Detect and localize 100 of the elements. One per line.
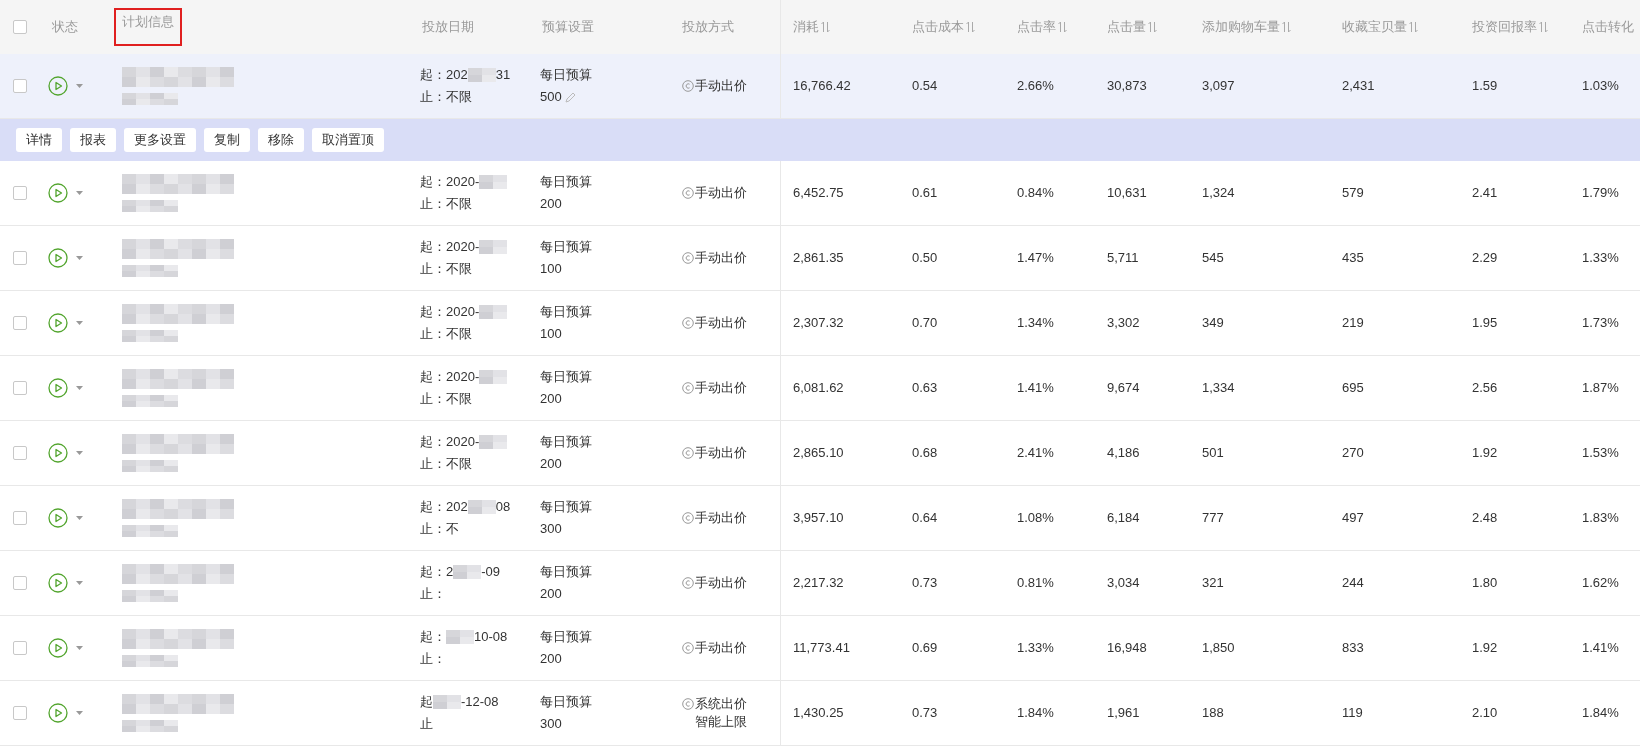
caret-icon[interactable] xyxy=(76,256,83,260)
table-cell-text: 0.64 xyxy=(912,509,938,528)
budget-value: 100 xyxy=(540,325,562,343)
start-date: 起：202 xyxy=(420,66,468,84)
sort-icon[interactable] xyxy=(1409,21,1418,33)
table-cell-text: 5,711 xyxy=(1107,249,1139,268)
table-cell-text: 497 xyxy=(1342,509,1364,528)
sort-icon[interactable] xyxy=(1058,21,1067,33)
action-button[interactable]: 详情 xyxy=(16,128,62,152)
blurred-text xyxy=(122,395,178,407)
start-date: 起：2020- xyxy=(420,303,480,321)
table-cell-text: 0.84% xyxy=(1017,184,1054,203)
table-cell-text: 1.87% xyxy=(1582,379,1619,398)
checkbox[interactable] xyxy=(13,706,27,720)
table-row[interactable]: 起：2020- 止：不限 每日预算 200 手动出价 6,452.75 0.61 0.84% 10,631 1,324 579 2.41 1.79% xyxy=(0,161,1640,226)
table-cell-text: 1,430.25 xyxy=(793,704,844,723)
checkbox[interactable] xyxy=(13,186,27,200)
checkbox[interactable] xyxy=(13,511,27,525)
checkbox[interactable] xyxy=(13,316,27,330)
table-cell-text: 244 xyxy=(1342,574,1364,593)
table-cell-text: 6,184 xyxy=(1107,509,1140,528)
table-cell-text: 2,431 xyxy=(1342,77,1375,96)
caret-icon[interactable] xyxy=(76,451,83,455)
circled-c-icon xyxy=(682,642,694,654)
caret-icon[interactable] xyxy=(76,321,83,325)
play-icon[interactable] xyxy=(48,313,68,333)
action-button[interactable]: 报表 xyxy=(70,128,116,152)
checkbox[interactable] xyxy=(13,381,27,395)
table-cell-text: 1.41% xyxy=(1582,639,1619,658)
table-cell-text: 1,961 xyxy=(1107,704,1140,723)
table-cell-text: 1,334 xyxy=(1202,379,1235,398)
caret-icon[interactable] xyxy=(76,191,83,195)
end-date: 止：不限 xyxy=(420,390,473,408)
checkbox[interactable] xyxy=(13,251,27,265)
play-icon[interactable] xyxy=(48,638,68,658)
blurred-text xyxy=(446,630,474,644)
play-icon[interactable] xyxy=(48,378,68,398)
table-cell-text: 1.03% xyxy=(1582,77,1619,96)
table-row[interactable]: 起： 10-08 止： 每日预算 200 手动出价 11,773.41 0.69 1.33% 16,948 1,850 833 1.92 1.41% xyxy=(0,616,1640,681)
table-cell-text: 0.69 xyxy=(912,639,938,658)
table-row[interactable]: 起：2020- 止：不限 每日预算 100 手动出价 2,861.35 0.50 1.47% 5,711 545 435 2.29 1.33% xyxy=(0,226,1640,291)
play-icon[interactable] xyxy=(48,443,68,463)
blurred-text xyxy=(479,435,508,449)
table-row[interactable]: 起：202 08 止：不 每日预算 300 手动出价 3,957.10 0.64 1.08% 6,184 777 497 2.48 1.83% xyxy=(0,486,1640,551)
caret-icon[interactable] xyxy=(76,386,83,390)
caret-icon[interactable] xyxy=(76,84,83,88)
table-row[interactable]: 起 -12-08 止 每日预算 300 系统出价 智能上限 1,430.25 0.73 1.84% 1,961 188 119 2.10 1.84% xyxy=(0,681,1640,746)
table-cell-text: 16,766.42 xyxy=(793,77,851,96)
start-date: 起：202 xyxy=(420,498,468,516)
circled-c-icon xyxy=(682,80,694,92)
bid-method: 系统出价 xyxy=(695,695,747,713)
budget-label: 每日预算 xyxy=(540,368,593,386)
end-date: 止 xyxy=(420,715,434,733)
end-date: 止：不限 xyxy=(420,455,473,473)
checkbox[interactable] xyxy=(13,576,27,590)
play-icon[interactable] xyxy=(48,76,68,96)
table-cell-text: 30,873 xyxy=(1107,77,1147,96)
checkbox[interactable] xyxy=(13,20,27,34)
table-cell-text: 9,674 xyxy=(1107,379,1140,398)
play-icon[interactable] xyxy=(48,183,68,203)
caret-icon[interactable] xyxy=(76,516,83,520)
table-row[interactable]: 起：2020- 止：不限 每日预算 200 手动出价 6,081.62 0.63 1.41% 9,674 1,334 695 2.56 1.87% xyxy=(0,356,1640,421)
sort-icon[interactable] xyxy=(1148,21,1157,33)
table-cell-text: 0.54 xyxy=(912,77,938,96)
table-row[interactable]: 起：2020- 止：不限 每日预算 200 手动出价 2,865.10 0.68 2.41% 4,186 501 270 1.92 1.53% xyxy=(0,421,1640,486)
action-button[interactable]: 复制 xyxy=(204,128,250,152)
action-button[interactable]: 更多设置 xyxy=(124,128,196,152)
bid-method: 手动出价 xyxy=(695,249,747,267)
caret-icon[interactable] xyxy=(76,646,83,650)
table-row[interactable]: 起：2 -09 止： 每日预算 200 手动出价 2,217.32 0.73 0.81% 3,034 321 244 1.80 1.62% xyxy=(0,551,1640,616)
caret-icon[interactable] xyxy=(76,581,83,585)
budget-value: 300 xyxy=(540,715,562,733)
circled-c-icon xyxy=(682,187,694,199)
bid-note: 智能上限 xyxy=(694,713,747,731)
play-icon[interactable] xyxy=(48,703,68,723)
checkbox[interactable] xyxy=(13,446,27,460)
sort-icon[interactable] xyxy=(1539,21,1548,33)
circled-c-icon xyxy=(682,698,694,710)
sort-icon[interactable] xyxy=(966,21,975,33)
action-button[interactable]: 移除 xyxy=(258,128,304,152)
table-row[interactable]: 起：202 31 止：不限 每日预算 500 手动出价 16,766.42 0.54 2.66% 30,873 3,097 2,431 1.59 1.03% xyxy=(0,54,1640,119)
blurred-text xyxy=(122,93,178,105)
caret-icon[interactable] xyxy=(76,711,83,715)
play-icon[interactable] xyxy=(48,248,68,268)
checkbox[interactable] xyxy=(13,79,27,93)
table-cell-text: 0.70 xyxy=(912,314,938,333)
checkbox[interactable] xyxy=(13,641,27,655)
play-icon[interactable] xyxy=(48,508,68,528)
table-cell-text: 1.80 xyxy=(1472,574,1498,593)
action-button[interactable]: 取消置顶 xyxy=(312,128,384,152)
sort-icon[interactable] xyxy=(821,21,830,33)
table-row[interactable]: 起：2020- 止：不限 每日预算 100 手动出价 2,307.32 0.70 1.34% 3,302 349 219 1.95 1.73% xyxy=(0,291,1640,356)
bid-method: 手动出价 xyxy=(695,379,747,397)
table-cell-text: 1.62% xyxy=(1582,574,1619,593)
sort-icon[interactable] xyxy=(1282,21,1291,33)
table-cell-text: 0.68 xyxy=(912,444,938,463)
start-date: 31 xyxy=(495,66,511,84)
pencil-icon[interactable] xyxy=(563,90,577,104)
play-icon[interactable] xyxy=(48,573,68,593)
table-cell-text: 2.66% xyxy=(1017,77,1054,96)
